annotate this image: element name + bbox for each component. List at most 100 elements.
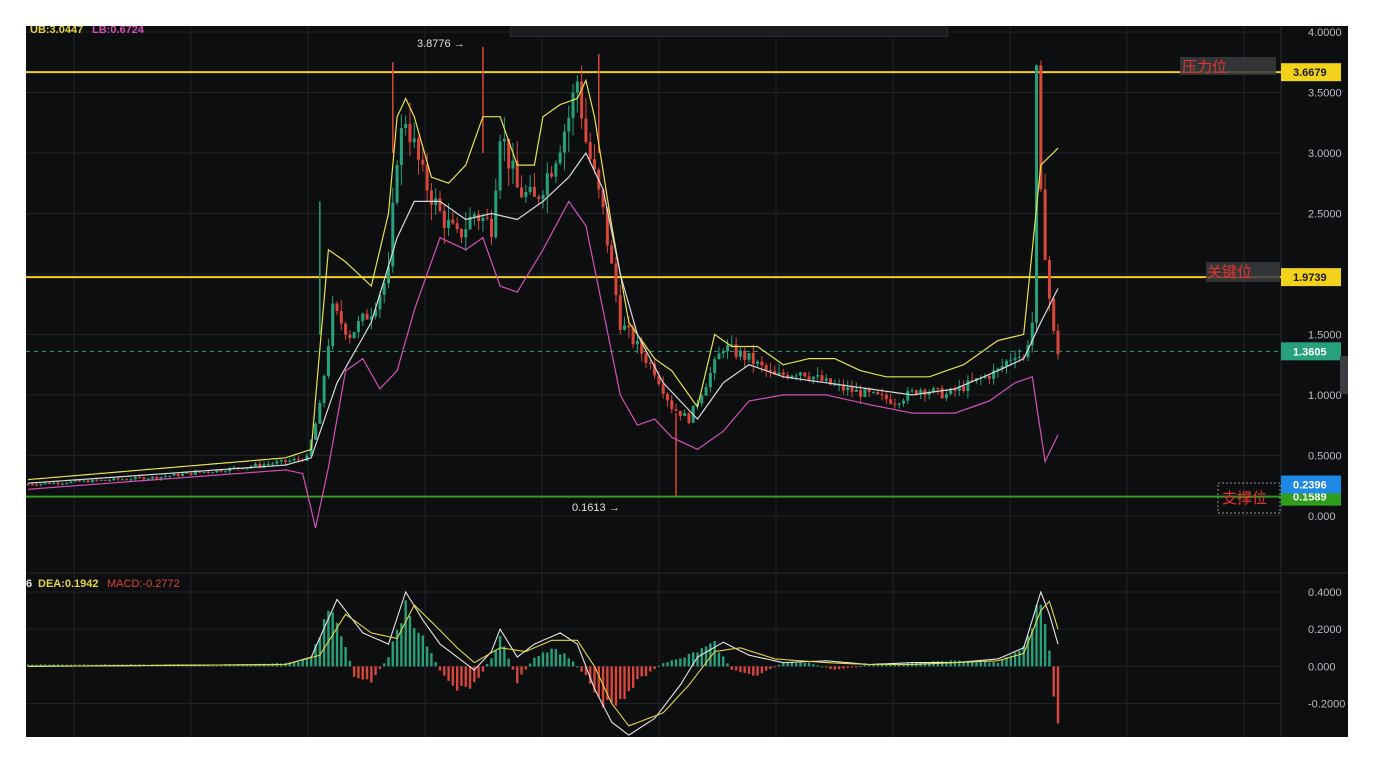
macd-bar	[383, 663, 386, 667]
macd-bar	[477, 666, 480, 678]
candle-body	[846, 387, 850, 391]
macd-bar	[460, 666, 463, 687]
candle-body	[721, 351, 725, 354]
candle-body	[623, 325, 627, 330]
candle-body	[665, 393, 669, 401]
chart-frame[interactable]: 4.0000 3.5000 3.0000 2.5000 1.5000 1.0000 0.50…	[26, 26, 1348, 737]
candle-body	[447, 219, 451, 229]
candle-body	[361, 313, 365, 322]
macd-bar	[661, 663, 665, 667]
macd-bar	[816, 665, 819, 667]
macd-bar	[425, 646, 429, 667]
candle-body	[43, 483, 47, 485]
candle-body	[438, 198, 442, 211]
support-label[interactable]: 支撑位	[1217, 482, 1281, 514]
toolbar-stub[interactable]	[510, 26, 948, 37]
candle-body	[344, 323, 348, 335]
macd-bar	[992, 661, 995, 667]
key-level-text: 关键位	[1207, 264, 1252, 281]
candle-body	[751, 352, 755, 364]
candle-body	[884, 394, 888, 400]
macd-bar	[516, 666, 519, 684]
candle-body	[987, 376, 991, 379]
support-text: 支撑位	[1222, 490, 1267, 507]
candle-body	[202, 471, 206, 473]
macd-bar	[1056, 666, 1060, 724]
candle-body	[99, 479, 103, 481]
candle-body	[412, 138, 416, 143]
macd-bar	[773, 666, 776, 668]
candle-body	[35, 484, 39, 486]
candle-body	[477, 214, 481, 222]
candle-body	[726, 345, 730, 352]
price-tick-label: 3.5000	[1308, 87, 1342, 99]
macd-bar	[713, 640, 716, 667]
macd-bar	[430, 653, 433, 667]
candle-body	[520, 187, 524, 198]
candle-body	[78, 480, 81, 482]
macd-bar	[597, 666, 600, 697]
candle-body	[253, 463, 257, 467]
macd-bar	[829, 666, 832, 670]
macd-bar	[395, 629, 399, 667]
key-level-label[interactable]: 关键位	[1206, 262, 1280, 282]
collapse-handle[interactable]	[1340, 356, 1348, 394]
candle-body	[490, 218, 493, 238]
candle-body	[902, 400, 905, 404]
macd-bar	[1035, 605, 1038, 667]
macd-bar	[537, 655, 540, 667]
macd-bar	[344, 646, 347, 667]
candle-body	[502, 138, 506, 142]
macd-bar	[743, 666, 746, 673]
macd-bar	[983, 661, 987, 667]
candle-body	[425, 164, 429, 191]
macd-bar	[310, 657, 313, 667]
macd-bar	[365, 666, 369, 680]
candle-body	[859, 389, 863, 397]
candle-body	[936, 388, 940, 390]
macd-bar	[348, 660, 352, 667]
candle-body	[56, 482, 60, 484]
candle-body	[288, 460, 292, 462]
macd-bar	[1048, 650, 1051, 667]
candle-body	[562, 131, 566, 153]
macd-tick-label: 0.4000	[1308, 587, 1342, 599]
macd-bar	[443, 666, 446, 676]
macd-bar	[1043, 623, 1047, 667]
candle-body	[322, 376, 326, 404]
macd-bar	[850, 666, 854, 668]
macd-bar	[859, 665, 862, 667]
candle-body	[940, 388, 944, 399]
candle-body	[47, 483, 51, 485]
resistance-label[interactable]: 压力位	[1180, 57, 1276, 76]
macd-bar	[511, 666, 515, 670]
candle-body	[326, 346, 330, 377]
macd-bar	[756, 666, 759, 676]
candle-body	[880, 394, 884, 396]
candle-body	[73, 480, 77, 482]
candle-body	[129, 479, 133, 481]
candle-body	[464, 229, 468, 238]
macd-bar	[730, 666, 734, 670]
macd-bar	[468, 666, 472, 689]
candle-body	[635, 341, 639, 345]
candle-body	[700, 395, 704, 404]
macd-tick-label: 0.000	[1308, 661, 1336, 673]
candle-body	[524, 191, 528, 198]
candle-body	[116, 478, 120, 480]
candle-body	[610, 245, 614, 264]
candle-body	[223, 471, 227, 473]
candle-body	[365, 313, 369, 320]
macd-bar	[825, 666, 828, 668]
candle-body	[331, 303, 335, 347]
candle-body	[459, 229, 463, 238]
candle-body	[356, 321, 360, 333]
boll-lower-line	[27, 200, 1059, 529]
macd-bar	[623, 666, 626, 700]
candle-body	[743, 350, 747, 360]
candle-body	[674, 409, 678, 411]
chart-canvas[interactable]: 4.0000 3.5000 3.0000 2.5000 1.5000 1.0000 0.50…	[26, 26, 1348, 737]
price-tags: 0.15890.23963.66791.97391.3605	[1281, 63, 1341, 506]
candle-body	[678, 410, 682, 417]
macd-bar	[438, 666, 442, 671]
